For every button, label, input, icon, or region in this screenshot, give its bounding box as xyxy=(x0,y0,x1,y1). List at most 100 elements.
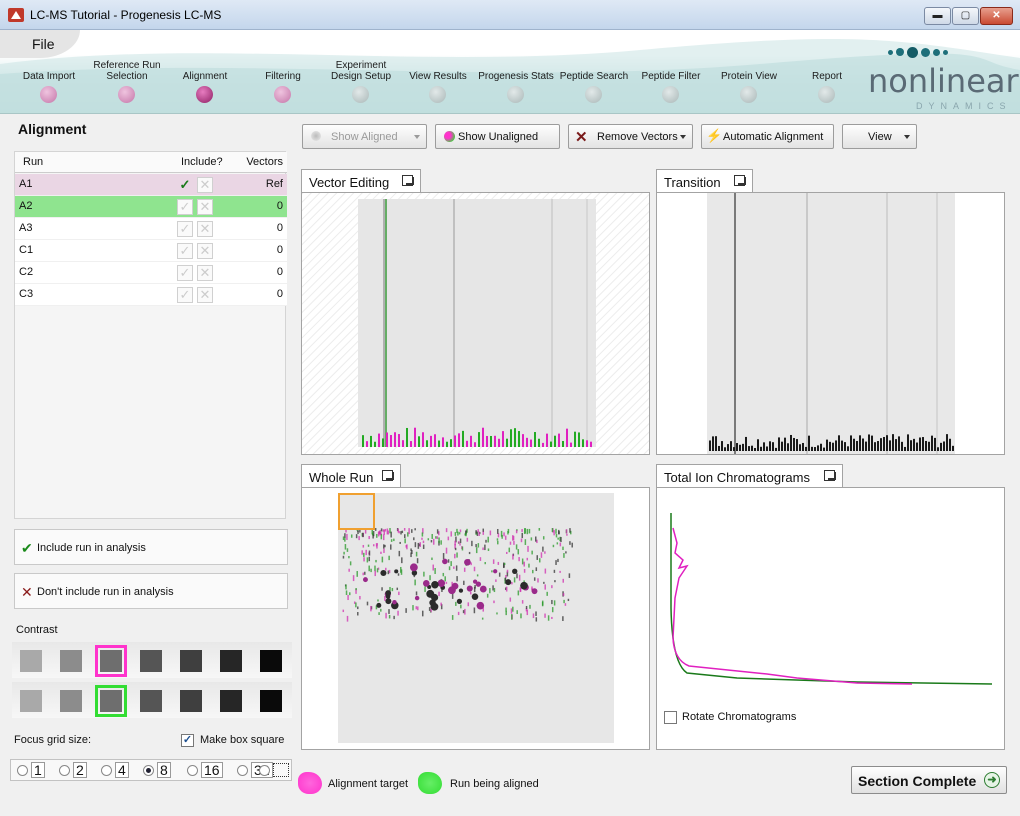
exclude-cross-icon[interactable]: ✕ xyxy=(197,243,213,259)
transition-view[interactable] xyxy=(656,192,1005,455)
include-run-button[interactable]: ✔ Include run in analysis xyxy=(14,529,288,565)
panel-title: Alignment xyxy=(18,121,87,137)
unaligned-icon xyxy=(444,131,455,142)
workflow-step-dot xyxy=(196,86,213,103)
contrast-swatch[interactable] xyxy=(260,690,282,712)
tab-total-ion-chromatograms[interactable]: Total Ion Chromatograms xyxy=(656,464,843,488)
contrast-label: Contrast xyxy=(16,624,58,636)
minimize-button[interactable]: ▬ xyxy=(924,7,951,25)
contrast-swatch[interactable] xyxy=(140,650,162,672)
maximize-button[interactable]: ▢ xyxy=(952,7,979,25)
tab-transition[interactable]: Transition xyxy=(656,169,753,193)
exclude-cross-icon[interactable]: ✕ xyxy=(197,287,213,303)
exclude-cross-icon[interactable]: ✕ xyxy=(197,265,213,281)
contrast-swatch[interactable] xyxy=(220,690,242,712)
header-include: Include? xyxy=(181,156,223,168)
run-vectors: 0 xyxy=(276,288,283,300)
grid-size-radio[interactable] xyxy=(101,765,112,776)
include-checkmark-icon[interactable]: ✓ xyxy=(177,243,193,259)
show-aligned-dropdown[interactable]: Show Aligned xyxy=(302,124,427,149)
workflow-step-dot xyxy=(662,86,679,103)
include-checkmark-icon[interactable]: ✓ xyxy=(177,221,193,237)
grid-size-radio[interactable] xyxy=(143,765,154,776)
view-dropdown[interactable]: View xyxy=(842,124,917,149)
alignment-target-label: Alignment target xyxy=(328,778,409,790)
contrast-swatch[interactable] xyxy=(20,650,42,672)
vector-editing-view[interactable] xyxy=(301,192,650,455)
total-ion-view[interactable]: Rotate Chromatograms xyxy=(656,487,1005,750)
exclude-cross-icon[interactable]: ✕ xyxy=(197,177,213,193)
run-name: A2 xyxy=(19,200,33,212)
workflow-step-dot xyxy=(818,86,835,103)
aligned-icon xyxy=(311,131,321,141)
file-menu-label: File xyxy=(32,36,55,52)
contrast-swatch[interactable] xyxy=(140,690,162,712)
focus-grid-label: Focus grid size: xyxy=(14,734,92,746)
table-row[interactable]: C3 ✓ ✕ 0 xyxy=(15,284,287,306)
grid-size-radio[interactable] xyxy=(17,765,28,776)
tab-vector-editing[interactable]: Vector Editing xyxy=(301,169,421,193)
arrow-right-icon: ➜ xyxy=(984,772,1000,788)
run-vectors: 0 xyxy=(276,222,283,234)
grid-size-radio[interactable] xyxy=(59,765,70,776)
contrast-swatch[interactable] xyxy=(220,650,242,672)
title-bar: LC-MS Tutorial - Progenesis LC-MS ▬ ▢ ✕ xyxy=(0,0,1020,30)
popout-icon[interactable] xyxy=(734,175,746,186)
grid-size-value: 8 xyxy=(157,762,171,778)
contrast-swatch[interactable] xyxy=(180,690,202,712)
whole-run-title: Whole Run xyxy=(309,470,374,485)
remove-vectors-dropdown[interactable]: ✕ Remove Vectors xyxy=(568,124,693,149)
table-row[interactable]: A1 ✓ ✕ Ref xyxy=(15,174,287,196)
contrast-swatch[interactable] xyxy=(60,650,82,672)
exclude-cross-icon[interactable]: ✕ xyxy=(197,221,213,237)
make-box-square-checkbox[interactable]: ✓ xyxy=(181,734,194,747)
popout-icon[interactable] xyxy=(382,470,394,481)
table-row[interactable]: A3 ✓ ✕ 0 xyxy=(15,218,287,240)
exclude-run-button[interactable]: ✕ Don't include run in analysis xyxy=(14,573,288,609)
app-icon xyxy=(8,8,24,22)
table-row[interactable]: C2 ✓ ✕ 0 xyxy=(15,262,287,284)
cross-icon: ✕ xyxy=(21,584,33,600)
table-row[interactable]: A2 ✓ ✕ 0 xyxy=(15,196,287,218)
close-button[interactable]: ✕ xyxy=(980,7,1013,25)
contrast-swatch[interactable] xyxy=(180,650,202,672)
run-name: C1 xyxy=(19,244,34,256)
vector-editing-image xyxy=(302,193,649,454)
grid-size-value: 2 xyxy=(73,762,87,778)
include-checkmark-icon[interactable]: ✓ xyxy=(177,265,193,281)
transition-title: Transition xyxy=(664,175,721,190)
view-label: View xyxy=(868,131,892,143)
whole-run-view[interactable] xyxy=(301,487,650,750)
automatic-alignment-button[interactable]: ⚡ Automatic Alignment xyxy=(701,124,834,149)
nonlinear-logo: nonlinear DYNAMICS xyxy=(866,44,1019,113)
grid-size-value: 16 xyxy=(201,762,223,778)
popout-icon[interactable] xyxy=(824,470,836,481)
tab-whole-run[interactable]: Whole Run xyxy=(301,464,401,488)
show-unaligned-button[interactable]: Show Unaligned xyxy=(435,124,560,149)
chromatogram-plot xyxy=(670,513,993,685)
grid-size-radio[interactable] xyxy=(237,765,248,776)
chevron-down-icon xyxy=(680,135,686,139)
grid-size-radio[interactable] xyxy=(259,765,270,776)
contrast-swatch[interactable] xyxy=(95,685,127,717)
contrast-swatch[interactable] xyxy=(20,690,42,712)
contrast-swatch[interactable] xyxy=(60,690,82,712)
section-complete-button[interactable]: Section Complete ➜ xyxy=(851,766,1007,794)
workflow-step-label: Protein View xyxy=(721,71,777,82)
remove-icon: ✕ xyxy=(575,129,588,146)
exclude-cross-icon[interactable]: ✕ xyxy=(197,199,213,215)
contrast-swatch[interactable] xyxy=(260,650,282,672)
left-panel: Alignment Run Include? Vectors A1 ✓ ✕ Ref A2… xyxy=(8,114,294,808)
contrast-swatch[interactable] xyxy=(95,645,127,677)
logo-word: nonlinear xyxy=(868,62,1019,100)
include-checkmark-icon[interactable]: ✓ xyxy=(177,177,193,193)
rotate-chromatograms-checkbox[interactable] xyxy=(664,711,677,724)
workflow-step-dot xyxy=(507,86,524,103)
logo-dots xyxy=(888,46,951,58)
table-row[interactable]: C1 ✓ ✕ 0 xyxy=(15,240,287,262)
contrast-row-target xyxy=(12,642,292,678)
include-checkmark-icon[interactable]: ✓ xyxy=(177,287,193,303)
popout-icon[interactable] xyxy=(402,175,414,186)
grid-size-radio[interactable] xyxy=(187,765,198,776)
include-checkmark-icon[interactable]: ✓ xyxy=(177,199,193,215)
